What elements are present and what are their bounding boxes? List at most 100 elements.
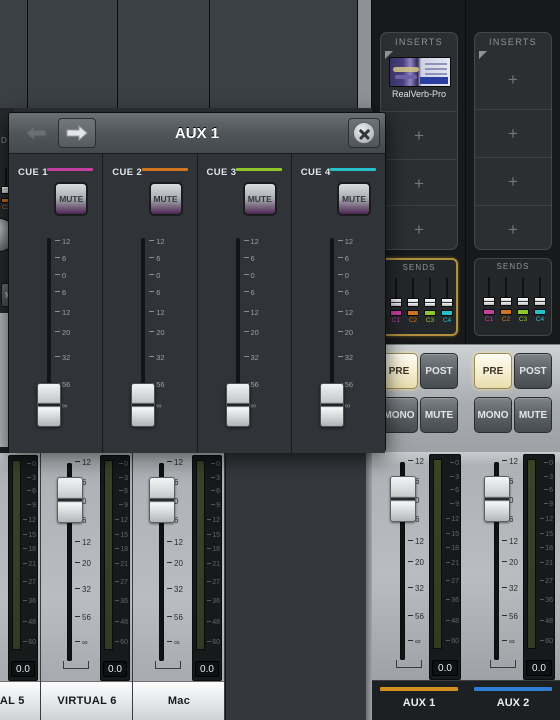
fader-handle[interactable] [390,476,416,522]
send-handle[interactable] [390,298,402,307]
cue-mute-button[interactable]: MUTE [148,182,183,216]
aux-panel: INSERTS RealVerb-Pro + + + SENDS C1 C2 C3 C4 PRE PO… [372,0,560,720]
aux-name-label: AUX 1 [402,697,436,709]
cue-fader[interactable]: 12 6 0 6 12 20 32 56 ∞ [121,234,191,439]
fader-handle[interactable] [131,383,156,427]
channel-name-plate[interactable]: VIRTUAL 6 [41,681,132,720]
aux-name-plate[interactable]: AUX 2 [466,680,560,720]
channel-meter: 0 3 6 9 12 15 18 21 27 36 48 60 0.0 [8,455,38,681]
cue-color-bar [235,168,282,171]
cue-column: CUE 4 MUTE 12 6 0 6 12 20 32 56 ∞ [291,154,385,453]
insert-slot-empty[interactable]: + [381,111,457,159]
cue-fader[interactable]: 12 6 0 6 12 20 32 56 ∞ [216,234,286,439]
send-handle[interactable] [424,298,436,307]
cue-label: CUE 4 [300,167,331,178]
insert-slot-empty[interactable]: + [381,205,457,249]
aux-name-plate[interactable]: AUX 1 [372,680,466,720]
insert-slot-empty[interactable]: + [475,205,551,249]
send-handle[interactable] [407,298,419,307]
meter-tick-label: 15 [115,532,128,539]
close-button[interactable] [348,118,380,148]
channel-name-label: VIRTUAL 6 [57,695,117,707]
fader-handle[interactable] [225,383,250,427]
send-handle[interactable] [441,298,453,307]
pre-button[interactable]: PRE [474,353,512,389]
send-color-chip [390,310,402,316]
meter-tick-label: 27 [540,578,553,585]
mute-button[interactable]: MUTE [420,397,458,433]
sends-section[interactable]: SENDS C1 C2 C3 C4 [380,258,458,336]
fader-scale: 1260612203256∞ [337,234,378,424]
send-handle[interactable] [483,297,495,306]
fader-tick-label: 20 [167,559,183,568]
send-label: C3 [425,317,435,324]
meter-tick-label: 6 [211,488,220,495]
meter-tick-label: 3 [119,475,128,482]
post-button[interactable]: POST [514,353,552,389]
insert-slot-empty[interactable]: + [475,157,551,205]
meter-tick-label: 3 [544,474,553,481]
channel-name-plate[interactable]: Mac [133,681,224,720]
send-label: C1 [484,316,494,323]
fader-tick-label: ∞ [408,637,421,646]
meter-tick-label: 48 [23,619,36,626]
send-color-chip [500,309,512,315]
insert-thumb-part [420,77,448,84]
cue-header: CUE 3 [207,162,282,178]
fader-tick-label: 12 [243,237,259,246]
meter-tick-label: 48 [540,618,553,625]
cue-mute-button[interactable]: MUTE [337,182,371,216]
sends-title: SENDS [402,263,436,272]
cue-column: CUE 1 MUTE 12 6 0 6 12 20 32 56 ∞ [9,154,104,453]
channel-meter: 0 3 6 9 12 15 18 21 27 36 48 60 0.0 [192,455,222,681]
cue-columns: CUE 1 MUTE 12 6 0 6 12 20 32 56 ∞ CUE 2 MUTE 12 6 0 6 12 2… [9,154,385,453]
cue-fader[interactable]: 12 6 0 6 12 20 32 56 ∞ [310,234,380,439]
fader-tick-label: ∞ [167,638,180,647]
fader-handle[interactable] [484,476,510,522]
channel-fader[interactable]: 1260612203256∞ [45,455,101,681]
meter-tick-label: 0 [119,461,128,468]
fader-tick-label: ∞ [75,638,88,647]
aux-strip-body: 12 6 0 6 12 20 32 56 ∞ 0 3 6 9 12 15 18 21 27 36 48 60 0.0 [372,452,466,680]
plus-icon: + [508,69,518,89]
fader-handle[interactable] [57,477,83,523]
send-handle[interactable] [534,297,546,306]
send-handle[interactable] [500,297,512,306]
insert-slot-empty[interactable]: + [475,109,551,157]
meter-tick-label: 48 [446,618,459,625]
insert-thumbnail-icon [389,57,451,87]
insert-slot-empty[interactable]: + [381,159,457,207]
aux-fader[interactable]: 12 6 0 6 12 20 32 56 ∞ [378,454,434,680]
aux-meter: 0 3 6 9 12 15 18 21 27 36 48 60 0.0 [429,454,461,680]
insert-name: RealVerb-Pro [391,89,447,99]
channel-name-plate[interactable]: VIRTUAL 5 [0,681,40,720]
meter-tick-label: 6 [27,488,36,495]
send-color-chip [483,309,495,315]
insert-slot-filled[interactable]: RealVerb-Pro [381,55,457,111]
fader-tick-label: 12 [408,537,424,546]
fader-handle[interactable] [149,477,175,523]
fader-tick-label: 12 [55,237,70,246]
channel-strip-body: 1260612203256∞036912151821273648600.0 [41,453,132,681]
channel-fader[interactable]: 1260612203256∞ [137,455,193,681]
cue-mute-button[interactable]: MUTE [54,182,89,216]
inserts-title: INSERTS [395,37,443,47]
cue-column: CUE 3 MUTE 12 6 0 6 12 20 32 56 ∞ [197,154,292,453]
cue-fader[interactable]: 12 6 0 6 12 20 32 56 ∞ [27,234,97,439]
mono-button[interactable]: MONO [474,397,512,433]
fader-handle[interactable] [319,383,344,427]
console-strip-top [210,0,358,108]
meter-tick-label: 27 [446,578,459,585]
mute-button[interactable]: MUTE [514,397,552,433]
insert-slot-empty[interactable]: + [475,55,551,103]
fader-handle[interactable] [37,383,61,427]
cue-mute-button[interactable]: MUTE [242,182,277,216]
fader-endstop [490,660,516,668]
fader-tick-label: 32 [167,585,183,594]
aux-fader[interactable]: 12 6 0 6 12 20 32 56 ∞ [472,454,528,680]
fader-tick-label: 20 [55,328,70,337]
fader-tick-label: 12 [149,308,165,317]
post-button[interactable]: POST [420,353,458,389]
sends-section[interactable]: SENDS C1 C2 C3 C4 [474,258,552,336]
send-handle[interactable] [517,297,529,306]
